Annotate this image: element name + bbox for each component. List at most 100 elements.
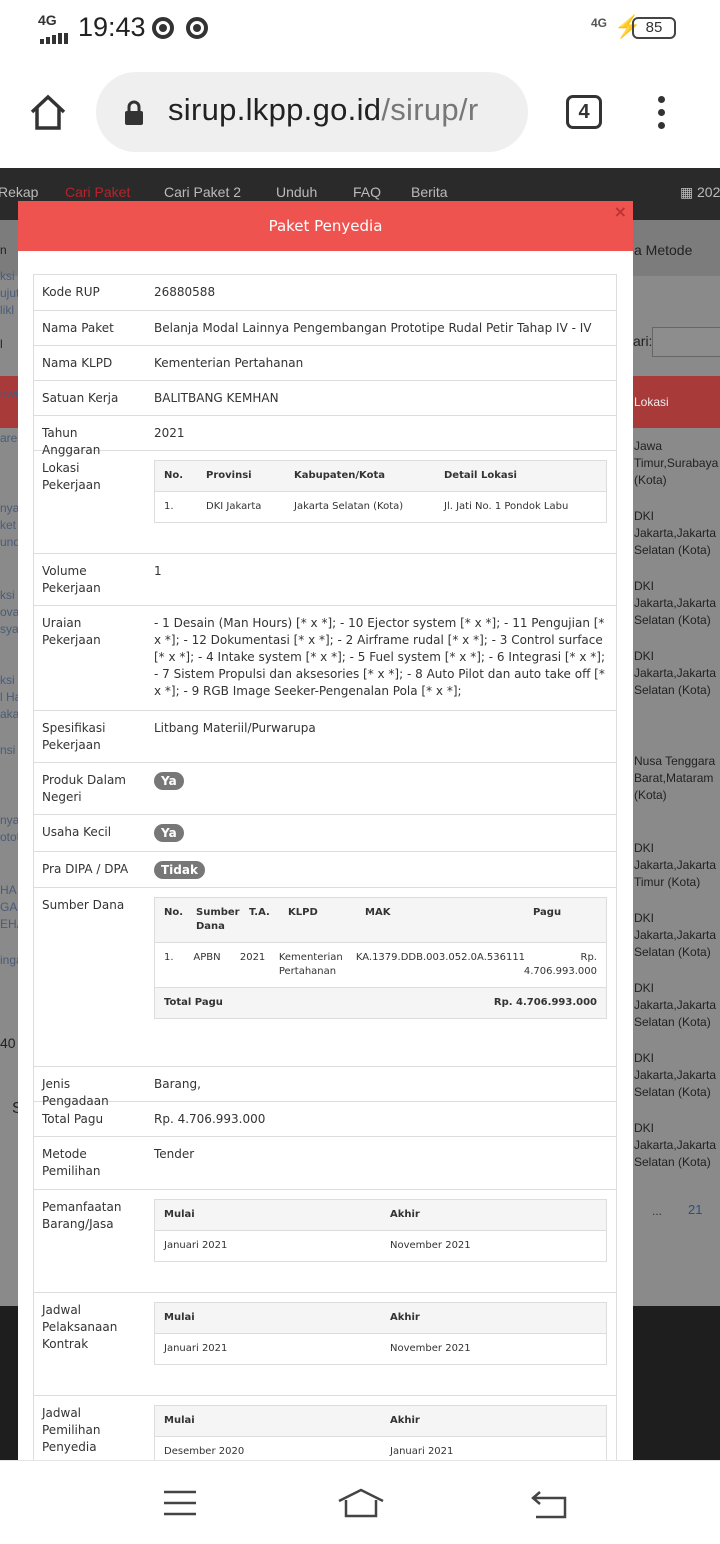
location-cell: Nusa Tenggara Barat,Mataram (Kota) bbox=[634, 754, 716, 802]
status-badge: Tidak bbox=[154, 861, 205, 879]
location-cell: DKI Jakarta,Jakarta Timur (Kota) bbox=[634, 841, 717, 889]
value: Kementerian Pertahanan bbox=[154, 356, 304, 370]
col-mulai: Mulai bbox=[164, 1415, 195, 1426]
col-mak: MAK bbox=[365, 907, 391, 918]
search-label: ari: bbox=[633, 333, 653, 349]
location-cell: DKI Jakarta,Jakarta Selatan (Kota) bbox=[634, 911, 717, 959]
modal-title: Paket Penyedia bbox=[268, 217, 383, 235]
row-lokasi: Lokasi Pekerjaan No. Provinsi Kabupaten/Ko… bbox=[34, 451, 616, 554]
cell: Januari 2021 bbox=[164, 1240, 228, 1251]
overflow-menu-icon[interactable] bbox=[658, 96, 668, 132]
pemilihan-table: Mulai Akhir Desember 2020 Januari 2021 bbox=[154, 1405, 607, 1460]
cell: November 2021 bbox=[390, 1240, 471, 1251]
pager-page[interactable]: 21 bbox=[688, 1201, 702, 1218]
lokasi-table: No. Provinsi Kabupaten/Kota Detail Lokasi 1… bbox=[154, 460, 607, 523]
value: Belanja Modal Lainnya Pengembangan Proto… bbox=[154, 321, 592, 335]
value: Tender bbox=[154, 1147, 195, 1161]
col-mulai: Mulai bbox=[164, 1312, 195, 1323]
home-nav-icon[interactable] bbox=[336, 1487, 386, 1519]
left-fragment: nya bbox=[0, 813, 20, 827]
network-type: 4G bbox=[38, 12, 57, 28]
value: 2021 bbox=[154, 426, 185, 440]
col-klpd: KLPD bbox=[288, 907, 318, 918]
cell: November 2021 bbox=[390, 1343, 471, 1354]
row-nama-paket: Nama Paket Belanja Modal Lainnya Pengemba… bbox=[34, 311, 616, 346]
tab-switcher-button[interactable]: 4 bbox=[566, 95, 602, 129]
label: Spesifikasi Pekerjaan bbox=[42, 721, 106, 752]
label: Jadwal Pemilihan Penyedia bbox=[42, 1406, 101, 1454]
row-sumber-dana: Sumber Dana No. Sumber Dana T.A. KLPD MAK Pag… bbox=[34, 888, 616, 1067]
pager-ellipsis[interactable]: ... bbox=[652, 1203, 662, 1220]
cell: 1. bbox=[164, 952, 174, 963]
col-pagu: Pagu bbox=[533, 907, 562, 918]
left-fragment: sya bbox=[0, 622, 19, 636]
cell: APBN bbox=[193, 952, 221, 963]
url-path: /sirup/r bbox=[381, 92, 479, 127]
left-fragment: nsi bbox=[0, 743, 16, 757]
left-fragment: ova bbox=[0, 605, 20, 619]
row-total-pagu: Total Pagu Rp. 4.706.993.000 bbox=[34, 1102, 616, 1137]
nav-berita[interactable]: Berita bbox=[411, 184, 448, 200]
cell: Jakarta Selatan (Kota) bbox=[294, 501, 404, 512]
col-akhir: Akhir bbox=[390, 1209, 420, 1220]
label: Tahun Anggaran bbox=[42, 426, 101, 457]
total-value: Rp. 4.706.993.000 bbox=[493, 997, 597, 1008]
location-cell: DKI Jakarta,Jakarta Selatan (Kota) bbox=[634, 649, 717, 697]
row-pemilihan: Jadwal Pemilihan Penyedia Mulai Akhir Des… bbox=[34, 1396, 616, 1460]
nav-cari-paket-2[interactable]: Cari Paket 2 bbox=[164, 184, 241, 200]
cell: Rp. 4.706.993.000 bbox=[523, 952, 598, 977]
left-fragment: ksi bbox=[0, 588, 15, 602]
left-fragment: ket bbox=[0, 518, 17, 532]
left-fragment: nya bbox=[0, 501, 20, 515]
cell: Januari 2021 bbox=[164, 1343, 228, 1354]
close-icon[interactable]: × bbox=[614, 187, 627, 237]
lock-icon bbox=[125, 100, 143, 125]
label: Uraian Pekerjaan bbox=[42, 616, 101, 647]
nav-cari-paket[interactable]: Cari Paket bbox=[65, 184, 130, 200]
nav-date: 202 bbox=[697, 184, 720, 200]
label: Produk Dalam Negeri bbox=[42, 773, 126, 804]
col-akhir: Akhir bbox=[390, 1312, 420, 1323]
url-host: sirup.lkpp.go.id bbox=[168, 92, 382, 127]
left-fragment: likl bbox=[0, 303, 14, 317]
back-icon[interactable] bbox=[530, 1489, 568, 1519]
left-fragment: are bbox=[0, 431, 18, 445]
value: - 1 Desain (Man Hours) [* x *]; - 10 Eje… bbox=[154, 616, 606, 698]
location-cell: DKI Jakarta,Jakarta Selatan (Kota) bbox=[634, 981, 717, 1029]
value: 1 bbox=[154, 564, 162, 578]
status-badge: Ya bbox=[154, 772, 184, 790]
row-pelaksanaan: Jadwal Pelaksanaan Kontrak Mulai Akhir Ja… bbox=[34, 1293, 616, 1396]
nav-faq[interactable]: FAQ bbox=[353, 184, 381, 200]
cell: 1. bbox=[164, 501, 174, 512]
col-kabupaten: Kabupaten/Kota bbox=[294, 470, 385, 481]
value: BALITBANG KEMHAN bbox=[154, 391, 279, 405]
home-icon[interactable] bbox=[28, 92, 68, 132]
search-input[interactable] bbox=[652, 327, 720, 357]
sumber-table: No. Sumber Dana T.A. KLPD MAK Pagu 1. APBN 2021… bbox=[154, 897, 607, 1019]
row-satuan-kerja: Satuan Kerja BALITBANG KEMHAN bbox=[34, 381, 616, 416]
row-metode: Metode Pemilihan Tender bbox=[34, 1137, 616, 1190]
col-detail: Detail Lokasi bbox=[444, 470, 517, 481]
row-jenis: Jenis Pengadaan Barang, bbox=[34, 1067, 616, 1108]
total-label: Total Pagu bbox=[164, 997, 223, 1008]
calendar-icon: ▦ bbox=[680, 184, 694, 200]
location-cell: DKI Jakarta,Jakarta Selatan (Kota) bbox=[634, 579, 717, 627]
address-bar[interactable]: sirup.lkpp.go.id/sirup/r bbox=[96, 72, 528, 152]
metode-tab[interactable]: a Metode bbox=[634, 242, 692, 259]
row-spesifikasi: Spesifikasi Pekerjaan Litbang Materiil/Pu… bbox=[34, 711, 616, 763]
label: Lokasi Pekerjaan bbox=[42, 461, 101, 492]
value: 26880588 bbox=[154, 285, 216, 299]
left-fragment: ksi bbox=[0, 269, 15, 283]
menu-icon[interactable] bbox=[162, 1489, 198, 1517]
signal-icon bbox=[40, 26, 70, 44]
label: Nama KLPD bbox=[42, 356, 113, 370]
label: Total Pagu bbox=[42, 1112, 104, 1126]
col-mulai: Mulai bbox=[164, 1209, 195, 1220]
nav-unduh[interactable]: Unduh bbox=[276, 184, 317, 200]
nav-rekap[interactable]: Rekap bbox=[0, 184, 38, 200]
modal-header: Paket Penyedia × bbox=[18, 201, 633, 251]
label: Satuan Kerja bbox=[42, 391, 119, 405]
location-cell: DKI Jakarta,Jakarta Selatan (Kota) bbox=[634, 1051, 717, 1099]
left-fragment: aka bbox=[0, 707, 20, 721]
col-sumber: Sumber Dana bbox=[196, 907, 240, 932]
